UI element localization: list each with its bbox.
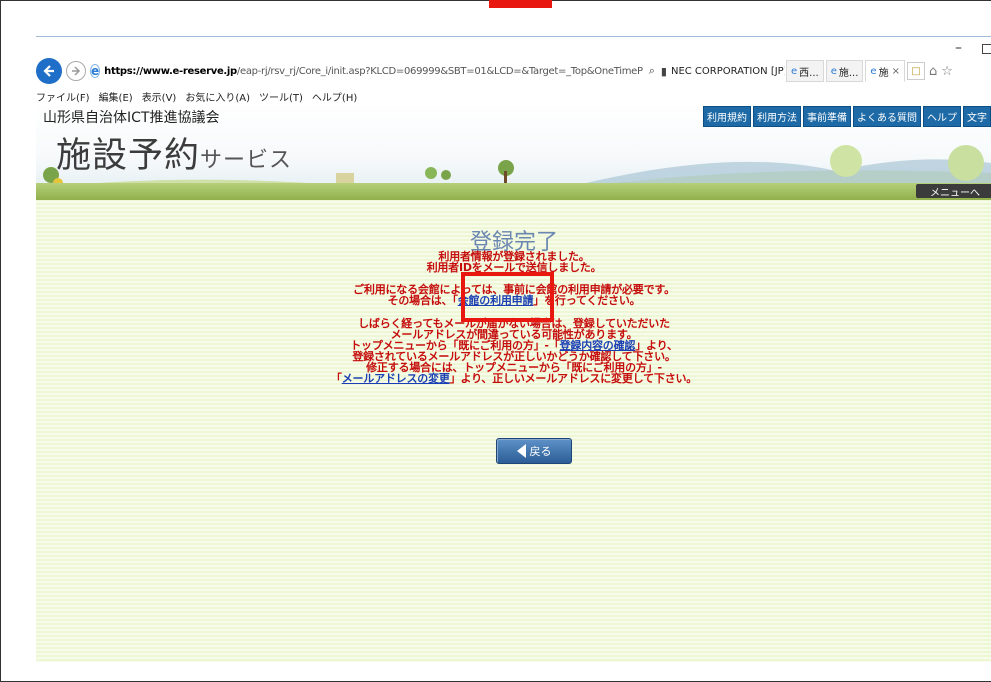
address-bar-row: e https://www.e-reserve.jp/eap-rj/rsv_rj… xyxy=(36,58,991,84)
grass-strip xyxy=(36,183,991,200)
page-content: 山形県自治体ICT推進協議会 施設予約サービス 利用規約 利用方法 事前準備 よ… xyxy=(36,103,991,662)
link-faq[interactable]: よくある質問 xyxy=(853,106,921,127)
back-button[interactable]: 戻る xyxy=(496,438,572,464)
address-bar[interactable]: e https://www.e-reserve.jp/eap-rj/rsv_rj… xyxy=(90,60,785,82)
message-text: 」より、正しいメールアドレスに変更して下さい。 xyxy=(449,372,698,385)
close-tab-icon[interactable]: × xyxy=(892,66,900,77)
link-usage[interactable]: 利用方法 xyxy=(753,106,801,127)
message-text: その場合は、「 xyxy=(387,294,458,307)
tab-1[interactable]: e 西... xyxy=(786,60,824,82)
tab-label: 施 xyxy=(878,67,889,79)
annotation-mark xyxy=(489,0,552,8)
link-preparation[interactable]: 事前準備 xyxy=(803,106,851,127)
lock-icon[interactable]: ▮ xyxy=(661,65,667,78)
tab-label: 西... xyxy=(799,67,819,79)
back-button-label: 戻る xyxy=(529,445,552,458)
forward-nav-button[interactable] xyxy=(66,61,86,81)
tab-label: 施... xyxy=(838,67,859,79)
site-header: 山形県自治体ICT推進協議会 施設予約サービス 利用規約 利用方法 事前準備 よ… xyxy=(36,103,991,200)
certificate-label[interactable]: NEC CORPORATION [JP] xyxy=(671,66,785,77)
link-text-size[interactable]: 文字 xyxy=(963,106,991,127)
maximize-button[interactable] xyxy=(982,44,991,54)
favorites-star-icon[interactable]: ☆ xyxy=(941,64,953,79)
back-nav-button[interactable] xyxy=(36,58,62,84)
home-icon[interactable]: ⌂ xyxy=(929,64,937,79)
menu-view[interactable]: 表示(V) xyxy=(142,89,177,104)
arrow-right-icon xyxy=(72,66,81,76)
ie-page-icon: e xyxy=(90,64,101,78)
ie-tab-icon: e xyxy=(870,65,877,77)
menu-edit[interactable]: 編集(E) xyxy=(99,89,133,104)
url-path: /eap-rj/rsv_rj/Core_i/init.asp?KLCD=0699… xyxy=(236,65,643,77)
minimize-button[interactable]: – xyxy=(955,40,962,56)
browser-menu-bar: ファイル(F) 編集(E) 表示(V) お気に入り(A) ツール(T) ヘルプ(… xyxy=(36,89,357,104)
tab-3-active[interactable]: e 施 × xyxy=(865,60,905,82)
annotation-highlight-box xyxy=(461,272,554,322)
email-change-link[interactable]: メールアドレスの変更 xyxy=(342,372,450,385)
organization-name: 山形県自治体ICT推進協議会 xyxy=(43,110,220,126)
search-icon[interactable]: ⌕ xyxy=(649,64,655,78)
message-line-10: 「メールアドレスの変更」より、正しいメールアドレスに変更して下さい。 xyxy=(36,373,991,384)
ie-tab-icon: e xyxy=(791,65,798,77)
new-tab-button[interactable]: □ xyxy=(906,62,925,80)
tab-strip: e 西... e 施... e 施 × □ ⌂ ☆ xyxy=(786,58,957,84)
url-text: https://www.e-reserve.jp/eap-rj/rsv_rj/C… xyxy=(104,66,643,77)
back-arrow-icon xyxy=(516,444,526,458)
link-terms[interactable]: 利用規約 xyxy=(703,106,751,127)
menu-file[interactable]: ファイル(F) xyxy=(36,89,90,104)
back-to-menu-button[interactable]: メニューへ xyxy=(916,184,991,199)
menu-tools[interactable]: ツール(T) xyxy=(259,89,303,104)
menu-help[interactable]: ヘルプ(H) xyxy=(312,89,357,104)
arrow-left-icon xyxy=(43,65,54,77)
url-host: https://www.e-reserve.jp xyxy=(104,65,237,77)
ie-tab-icon: e xyxy=(830,65,837,77)
link-help[interactable]: ヘルプ xyxy=(923,106,961,127)
site-title[interactable]: 施設予約サービス xyxy=(56,127,292,178)
tab-2[interactable]: e 施... xyxy=(825,60,864,82)
header-nav-links: 利用規約 利用方法 事前準備 よくある質問 ヘルプ 文字 xyxy=(703,106,991,127)
menu-favorites[interactable]: お気に入り(A) xyxy=(185,89,250,104)
site-title-sub: サービス xyxy=(200,148,293,173)
window-divider xyxy=(36,36,991,37)
site-title-main: 施設予約 xyxy=(56,136,201,176)
message-text: 「 xyxy=(330,372,342,385)
